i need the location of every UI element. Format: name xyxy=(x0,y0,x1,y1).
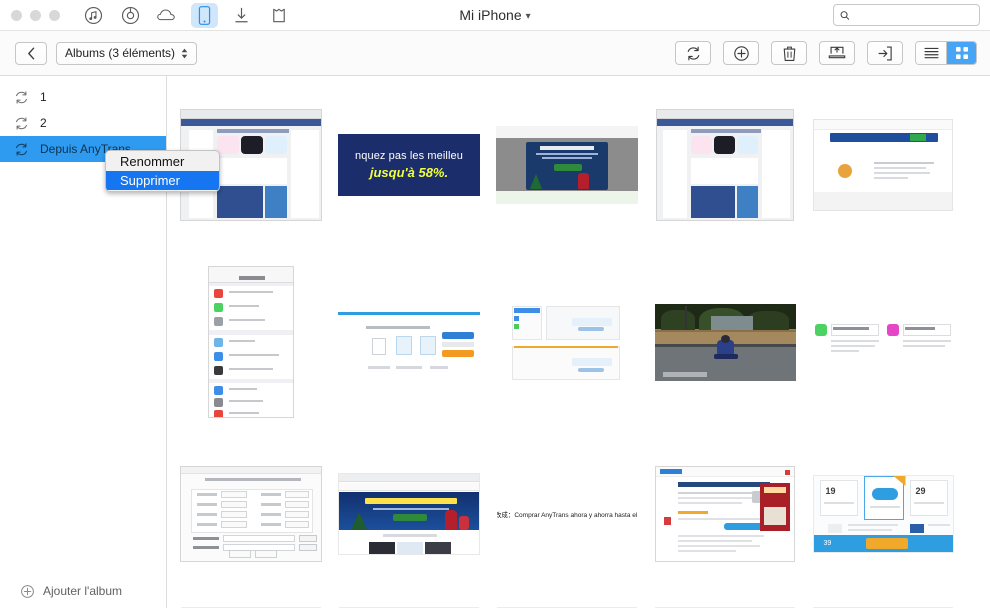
module-tab-bar xyxy=(80,2,292,28)
search-input[interactable] xyxy=(854,9,973,21)
trash-icon xyxy=(783,46,795,61)
plus-circle-icon xyxy=(21,584,34,598)
sidebar-item-album-1[interactable]: 1 xyxy=(0,84,166,110)
photo-grid[interactable]: nquez pas les meilleu jusqu'à 58%. 改成：Co… xyxy=(168,76,990,608)
grid-view-button[interactable] xyxy=(946,42,976,64)
refresh-button[interactable] xyxy=(675,41,711,65)
photo-thumb-3[interactable] xyxy=(492,105,642,225)
grid-icon xyxy=(955,47,968,59)
photo-thumb-13[interactable]: 文字改成：Comprar AnyTrans ahora y ahorra has… xyxy=(492,454,642,574)
sync-circle-icon xyxy=(15,90,28,104)
photo-thumb-11[interactable] xyxy=(176,454,326,574)
device-tab[interactable] xyxy=(191,2,218,28)
sidebar-item-label: 1 xyxy=(40,90,47,104)
cloud-tab[interactable] xyxy=(154,3,181,28)
list-icon xyxy=(923,47,939,59)
music-tab[interactable] xyxy=(80,3,107,28)
sidebar-item-label: 2 xyxy=(40,116,47,130)
list-view-button[interactable] xyxy=(916,42,946,64)
plus-circle-icon xyxy=(733,45,749,61)
search-box[interactable] xyxy=(833,4,980,26)
toolbar: Albums (3 éléments) xyxy=(0,31,990,76)
album-context-menu: Renommer Supprimer xyxy=(105,150,220,192)
title-bar: Mi iPhone ▾ xyxy=(0,0,990,31)
backup-tab[interactable] xyxy=(117,3,144,28)
sync-circle-icon xyxy=(15,142,28,156)
photo-thumb-16[interactable] xyxy=(176,602,326,608)
updown-chevron-icon xyxy=(181,48,188,59)
photo-thumb-7[interactable] xyxy=(334,263,484,421)
context-menu-item-delete[interactable]: Supprimer xyxy=(106,171,219,190)
zoom-button[interactable] xyxy=(49,9,60,21)
photo-thumb-6[interactable] xyxy=(176,263,326,421)
search-icon xyxy=(840,10,850,20)
import-button[interactable] xyxy=(867,41,903,65)
photo-thumb-5[interactable] xyxy=(808,105,958,225)
window-traffic-lights xyxy=(11,9,60,21)
refresh-icon xyxy=(687,46,699,60)
albums-popup-button[interactable]: Albums (3 éléments) xyxy=(56,41,198,65)
chevron-left-icon xyxy=(27,47,34,59)
add-album-label: Ajouter l'album xyxy=(43,584,122,598)
photo-thumb-4[interactable] xyxy=(650,105,800,225)
photo-thumb-15[interactable]: 19 29 39 xyxy=(808,454,958,574)
photo-thumb-20[interactable] xyxy=(808,602,958,608)
photo-thumb-14[interactable] xyxy=(650,454,800,574)
chevron-down-icon[interactable]: ▾ xyxy=(526,11,531,22)
download-tab[interactable] xyxy=(228,3,255,28)
photo-thumb-8[interactable] xyxy=(492,263,642,421)
delete-button[interactable] xyxy=(771,41,807,65)
context-menu-item-rename[interactable]: Renommer xyxy=(106,152,219,171)
anytrans-photos-window: Mi iPhone ▾ Albums (3 éléments) 1 2 Depu… xyxy=(0,0,990,608)
photo-thumb-18[interactable] xyxy=(492,602,642,608)
export-icon xyxy=(828,46,846,59)
albums-popup-label: Albums (3 éléments) xyxy=(65,46,176,60)
import-icon xyxy=(878,46,892,60)
sync-circle-icon xyxy=(15,116,28,130)
back-button[interactable] xyxy=(15,41,47,65)
photo-thumb-17[interactable] xyxy=(334,602,484,608)
sidebar-item-album-2[interactable]: 2 xyxy=(0,110,166,136)
window-title-text: Mi iPhone xyxy=(459,7,522,23)
view-mode-toggle xyxy=(915,41,977,65)
photo-thumb-2[interactable]: nquez pas les meilleu jusqu'à 58%. xyxy=(334,105,484,225)
photo-thumb-9[interactable] xyxy=(650,263,800,421)
photo-thumb-13-caption: 文字改成：Comprar AnyTrans ahora y ahorra has… xyxy=(497,512,637,519)
toolbar-actions xyxy=(675,41,977,65)
photo-thumb-19[interactable] xyxy=(650,602,800,608)
add-album-button[interactable]: Ajouter l'album xyxy=(0,574,166,608)
add-button[interactable] xyxy=(723,41,759,65)
apps-tab[interactable] xyxy=(265,3,292,28)
minimize-button[interactable] xyxy=(30,9,41,21)
export-to-mac-button[interactable] xyxy=(819,41,855,65)
photo-thumb-12[interactable] xyxy=(334,454,484,574)
close-button[interactable] xyxy=(11,9,22,21)
photo-thumb-10[interactable] xyxy=(808,263,958,421)
